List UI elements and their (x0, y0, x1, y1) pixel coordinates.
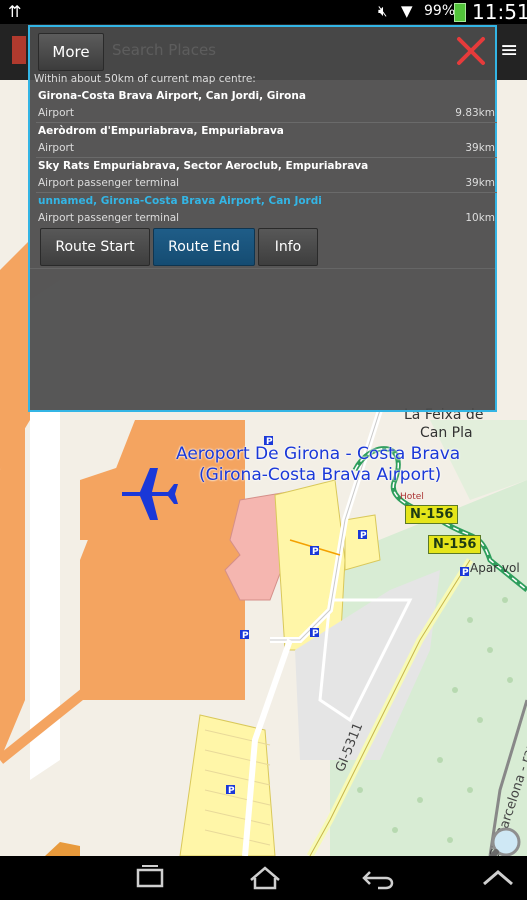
menu-icon[interactable]: ≡ (500, 38, 518, 63)
info-button[interactable]: Info (258, 228, 318, 266)
result-name: unnamed, Girona-Costa Brava Airport, Can… (38, 195, 322, 207)
battery-percent: 99% (424, 3, 456, 19)
result-item[interactable]: Girona-Costa Brava Airport, Can Jordi, G… (36, 88, 497, 123)
close-icon[interactable] (455, 35, 487, 67)
apartment-label: Apar vol (470, 561, 520, 575)
result-distance: 10km (465, 212, 495, 224)
result-type: Airport (38, 107, 74, 119)
road-badge-n156-second: N-156 (428, 535, 482, 554)
svg-text:P: P (312, 547, 319, 557)
results-list: Girona-Costa Brava Airport, Can Jordi, G… (36, 88, 497, 227)
wifi-icon: ▼ (401, 2, 413, 20)
chevron-up-icon[interactable] (478, 864, 518, 892)
svg-text:P: P (360, 531, 367, 541)
result-item[interactable]: Aeròdrom d'Empuriabrava, Empuriabrava Ai… (36, 123, 497, 158)
search-results-dialog: More Search Places Within about 50km of … (28, 25, 497, 412)
airport-name-line2: (Girona-Costa Brava Airport) (199, 465, 442, 485)
more-button[interactable]: More (38, 33, 104, 71)
status-bar: ⇈ 🔇︎ ▼ 99% 11:51 (0, 0, 527, 24)
app-logo-icon (12, 36, 26, 64)
recent-apps-icon[interactable] (130, 864, 170, 892)
result-name: Sky Rats Empuriabrava, Sector Aeroclub, … (38, 160, 369, 172)
mute-icon: 🔇︎ (378, 2, 388, 20)
clock: 11:51 (472, 0, 527, 24)
apron-west (80, 460, 140, 540)
route-start-button[interactable]: Route Start (40, 228, 150, 266)
result-item-selected[interactable]: unnamed, Girona-Costa Brava Airport, Can… (36, 193, 497, 227)
result-type: Airport (38, 142, 74, 154)
result-type: Airport passenger terminal (38, 177, 180, 189)
hotel-label: Hotel (400, 492, 424, 502)
result-distance: 9.83km (455, 107, 495, 119)
svg-text:P: P (228, 786, 235, 796)
airport-name-line1: Aeroport De Girona - Costa Brava (176, 444, 461, 464)
system-nav-bar (0, 856, 527, 900)
runway-strip-lower (0, 420, 25, 760)
home-icon[interactable] (245, 864, 285, 892)
runway-strip (0, 240, 30, 470)
battery-icon (454, 3, 466, 22)
result-name: Girona-Costa Brava Airport, Can Jordi, G… (38, 90, 306, 102)
svg-text:P: P (462, 568, 469, 578)
road-badge-n156: N-156 (405, 505, 459, 524)
magnifier-icon[interactable] (478, 824, 524, 856)
result-type: Airport passenger terminal (38, 212, 180, 224)
result-distance: 39km (465, 142, 495, 154)
result-item[interactable]: Sky Rats Empuriabrava, Sector Aeroclub, … (36, 158, 497, 193)
back-icon[interactable] (360, 864, 400, 892)
route-end-button[interactable]: Route End (153, 228, 255, 266)
dialog-faded-title: Search Places (112, 41, 216, 59)
place-label-can-pla: Can Pla (420, 425, 473, 441)
result-distance: 39km (465, 177, 495, 189)
usb-icon: ⇈ (8, 2, 22, 21)
result-name: Aeròdrom d'Empuriabrava, Empuriabrava (38, 125, 284, 137)
svg-text:P: P (242, 631, 249, 641)
search-radius-subtitle: Within about 50km of current map centre: (34, 73, 256, 85)
svg-text:P: P (312, 629, 319, 639)
divider (30, 268, 495, 269)
